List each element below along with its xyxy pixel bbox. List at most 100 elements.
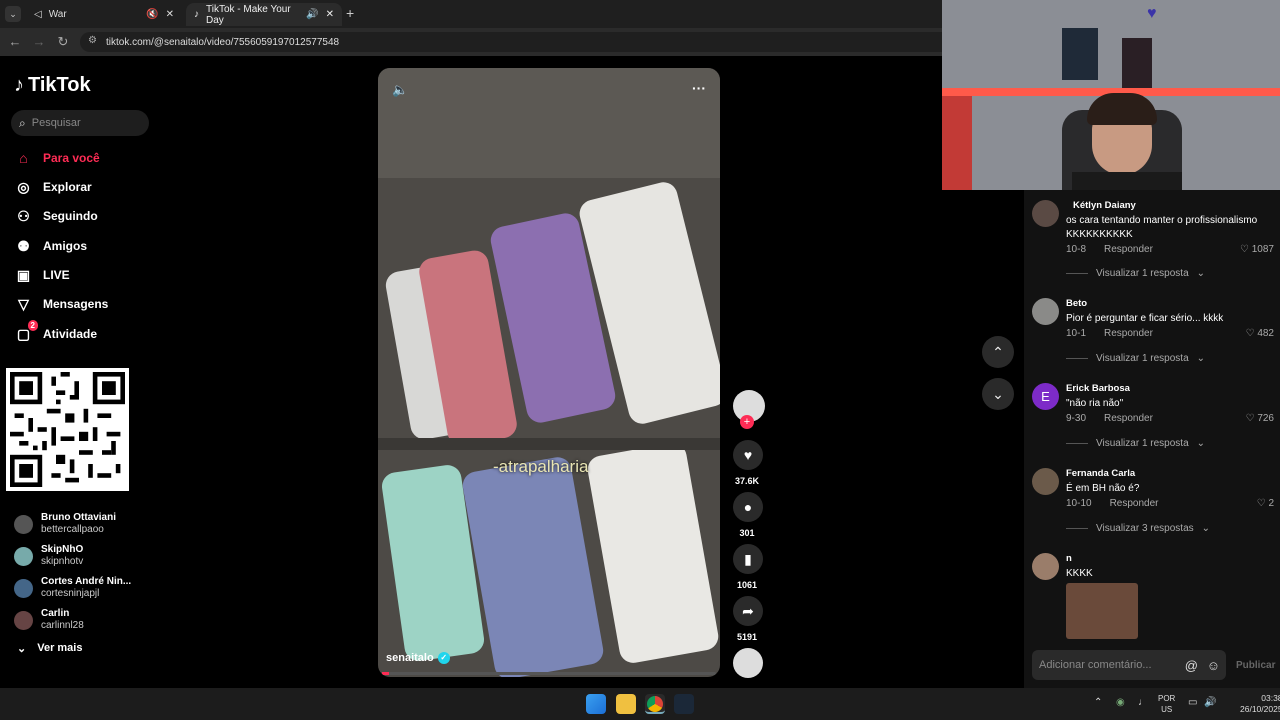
reply-button[interactable]: Responder [1104,328,1153,339]
video-progress-bar[interactable] [382,672,716,675]
comment-like-button[interactable]: ♡ 2 [1257,498,1274,509]
previous-video-button[interactable]: ⌃ [982,336,1014,368]
mute-icon[interactable]: 🔇 [146,9,158,20]
see-more-button[interactable]: ⌄ Ver mais [17,635,82,661]
view-replies-button[interactable]: Visualizar 1 resposta ⌄ [1066,353,1205,364]
next-video-button[interactable]: ⌄ [982,378,1014,410]
forward-icon[interactable]: → [31,34,47,50]
avatar[interactable] [1032,468,1059,495]
view-replies-label: Visualizar 3 respostas [1096,523,1194,534]
mention-icon[interactable]: @ [1185,658,1198,673]
comment-user[interactable]: Fernanda Carla [1066,468,1135,479]
comment-user[interactable]: Erick Barbosa [1066,383,1130,394]
tab-war[interactable]: ◁ War 🔇 ✕ [26,3,182,26]
sidebar-item-para-voce[interactable]: ⌂ Para você [15,145,99,171]
comment-user[interactable]: n [1066,553,1072,564]
back-icon[interactable]: ← [7,34,23,50]
video-player[interactable] [378,68,720,677]
sidebar-item-label: Atividade [43,327,98,341]
sidebar-item-label: Seguindo [43,209,98,223]
comment-like-button[interactable]: ♡ 726 [1246,413,1274,424]
avatar[interactable]: E [1032,383,1059,410]
avatar[interactable] [1032,553,1059,580]
share-count: 5191 [736,632,758,642]
comment-text: KKKK [1066,568,1093,579]
view-replies-button[interactable]: Visualizar 3 respostas ⌄ [1066,523,1210,534]
sidebar-item-atividade[interactable]: ▢ 2 Atividade [15,319,98,347]
comment-button[interactable]: ● 301 [733,492,763,538]
video-author[interactable]: senaitalo ✓ [386,652,450,664]
avatar[interactable] [1032,298,1059,325]
tab-close-icon[interactable]: ✕ [166,9,174,20]
save-button[interactable]: ▮ 1061 [733,544,763,590]
author-avatar-button[interactable]: + [733,390,765,429]
like-count: 37.6K [734,476,760,486]
video-progress-fill [382,672,389,675]
emoji-icon[interactable]: ☺ [1207,658,1220,673]
view-replies-button[interactable]: Visualizar 1 resposta ⌄ [1066,438,1205,449]
tab-search-button[interactable]: ⌄ [5,6,21,22]
more-options-icon[interactable]: ··· [692,80,706,96]
reply-button[interactable]: Responder [1110,498,1159,509]
network-icon[interactable]: ▭ [1188,697,1197,708]
sidebar-item-mensagens[interactable]: ▽ Mensagens [15,291,108,317]
site-info-icon[interactable]: ⚙ [88,35,97,46]
view-replies-label: Visualizar 1 resposta [1096,353,1189,364]
url-bar[interactable]: ⚙ tiktok.com/@senaitalo/video/7556059197… [80,32,960,52]
tab-tiktok[interactable]: ♪ TikTok - Make Your Day 🔊 ✕ [186,3,342,26]
follow-plus-icon[interactable]: + [740,415,754,429]
language-indicator[interactable]: POR US [1158,693,1175,715]
new-tab-icon[interactable]: + [346,5,354,21]
tab-title: War [48,9,67,20]
comment-item: n KKKK [1032,553,1280,643]
avatar[interactable] [1032,200,1059,227]
account-item[interactable]: Carlin carlinnl28 [14,604,84,636]
volume-icon[interactable]: 🔈 [392,82,408,98]
account-item[interactable]: Cortes André Nin... cortesninjapjl [14,572,131,604]
chrome-icon[interactable] [645,694,665,714]
activity-badge: 2 [27,319,38,331]
comment-date: 10-8 [1066,244,1087,255]
comment-like-button[interactable]: ♡ 482 [1246,328,1274,339]
tray-expand-icon[interactable]: ⌃ [1094,697,1102,708]
tiktok-logo[interactable]: ♪ TikTok [14,74,91,97]
share-button[interactable]: ➦ 5191 [733,596,763,642]
sidebar-item-live[interactable]: ▣ LIVE [15,262,70,288]
streamer-hair [1087,93,1157,125]
like-button[interactable]: ♥ 37.6K [733,440,763,486]
audio-icon[interactable]: 🔊 [306,9,318,20]
comment-input[interactable]: Adicionar comentário... @ ☺ [1032,650,1226,680]
comment-text: "não ria não" [1066,398,1124,409]
comment-like-button[interactable]: ♡ 1087 [1240,244,1274,255]
account-item[interactable]: Bruno Ottaviani bettercallpaoo [14,508,116,540]
reload-icon[interactable]: ↻ [55,34,71,50]
reply-button[interactable]: Responder [1104,413,1153,424]
steam-icon[interactable] [674,694,694,714]
wall-poster [1122,38,1152,88]
comment-image[interactable] [1066,583,1138,639]
sidebar-item-explorar[interactable]: ◎ Explorar [15,174,91,200]
webcam-overlay: ♥ [942,0,1280,190]
system-clock[interactable]: 03:38 26/10/2025 [1240,693,1280,715]
speaker-icon[interactable]: 🔊 [1204,697,1216,708]
sidebar-item-seguindo[interactable]: ⚇ Seguindo [15,203,98,229]
microphone-icon[interactable]: ♩ [1138,697,1148,708]
publish-button[interactable]: Publicar [1236,660,1275,671]
see-more-label: Ver mais [37,642,83,654]
tab-close-icon[interactable]: ✕ [326,9,334,20]
sidebar-item-amigos[interactable]: ⚉ Amigos [15,233,87,259]
view-replies-button[interactable]: Visualizar 1 resposta ⌄ [1066,268,1205,279]
comment-user[interactable]: Beto [1066,298,1087,309]
search-input[interactable]: ⌕ Pesquisar [11,110,149,136]
comment-like-count: 726 [1257,413,1274,424]
account-item[interactable]: SkipNhO skipnhotv [14,540,83,572]
music-disc-button[interactable] [733,648,763,678]
file-explorer-icon[interactable] [616,694,636,714]
clock-time: 03:38 [1261,693,1280,703]
comment-user[interactable]: Kétlyn Daiany [1073,200,1136,211]
heart-icon: ♥ [733,440,763,470]
tab-title: TikTok - Make Your Day [206,3,291,26]
tray-app-icon[interactable]: ◉ [1116,697,1125,708]
windows-start-icon[interactable] [586,694,606,714]
reply-button[interactable]: Responder [1104,244,1153,255]
